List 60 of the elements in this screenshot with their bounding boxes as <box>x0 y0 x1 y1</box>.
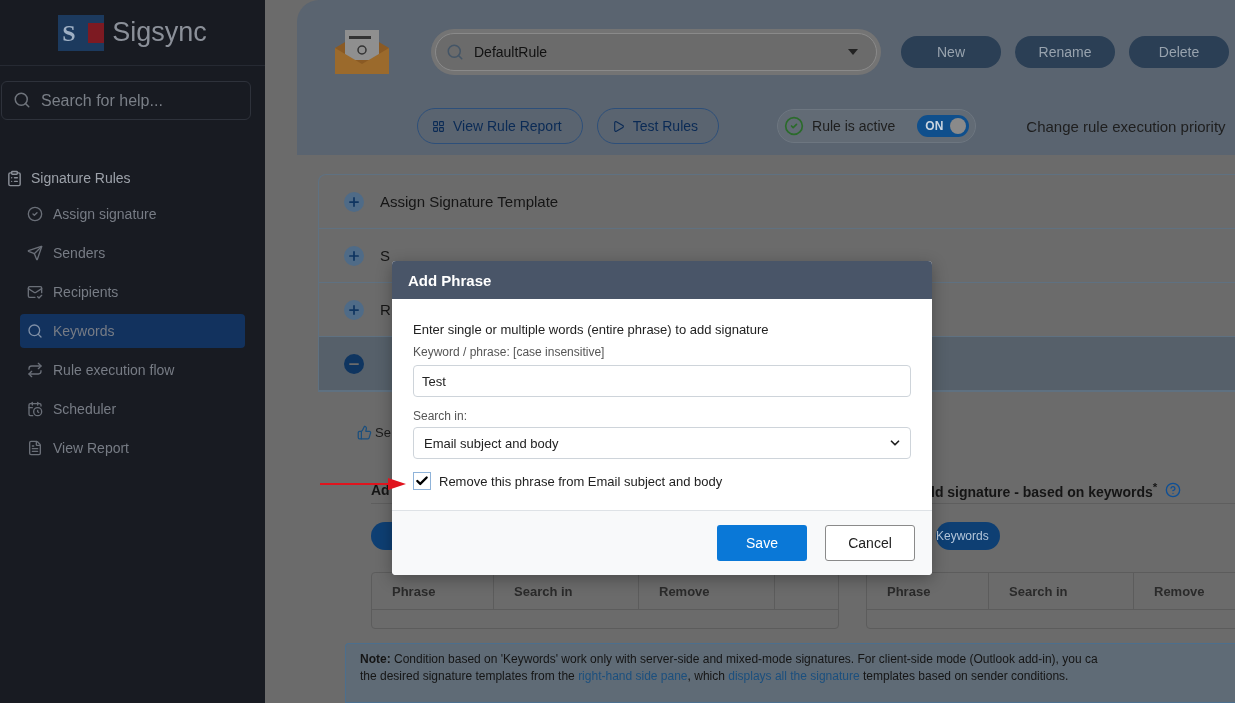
dialog-intro: Enter single or multiple words (entire phrase) to add signature <box>413 322 770 337</box>
sidebar-item-icon <box>27 440 43 456</box>
search-icon <box>446 43 464 61</box>
expand-icon <box>344 191 364 212</box>
sidebar-item[interactable]: Scheduler <box>20 392 245 426</box>
sidebar-item[interactable]: Keywords <box>20 314 245 348</box>
sidebar-item-icon <box>27 323 43 339</box>
rule-active-label: Rule is active <box>812 118 896 134</box>
sidebar-item[interactable]: Senders <box>20 236 245 270</box>
help-search-field[interactable]: Search for help... <box>1 81 251 120</box>
search-icon <box>13 91 31 109</box>
check-circle-icon <box>784 116 805 136</box>
checkbox-label: Remove this phrase from Email subject and body <box>439 473 723 489</box>
sidebar-item-icon <box>27 206 43 222</box>
column-header: Search in <box>989 573 1134 609</box>
sidebar-item-icon <box>27 245 43 261</box>
section-title: Signature Rules <box>31 170 131 186</box>
column-header: Remove <box>1153 582 1206 601</box>
remove-checkbox[interactable] <box>413 472 431 490</box>
rule-button[interactable]: Rename <box>1015 36 1115 68</box>
hint-text: Se <box>375 424 391 440</box>
accordion-title: R <box>380 301 391 318</box>
save-button[interactable]: Save <box>717 525 807 561</box>
logo-mark: S <box>58 14 105 51</box>
keyword-input[interactable]: Test <box>413 365 911 397</box>
play-icon <box>611 119 625 133</box>
sidebar-item[interactable]: Rule execution flow <box>20 353 245 387</box>
expand-icon <box>344 299 364 320</box>
rule-button[interactable]: Delete <box>1129 36 1229 68</box>
accordion-title: S <box>380 247 390 264</box>
field-label: Keyword / phrase: [case insensitive] <box>413 345 606 359</box>
field-label: Search in: <box>413 409 469 423</box>
caret-icon <box>848 49 858 55</box>
envelope-icon <box>333 28 391 76</box>
sidebar-item-icon <box>27 401 43 417</box>
sidebar-item[interactable]: Assign signature <box>20 197 245 231</box>
priority-label: Change rule execution priority <box>1026 117 1226 135</box>
expand-icon <box>344 245 364 266</box>
rule-button[interactable]: New <box>901 36 1001 68</box>
help-icon <box>1165 481 1182 498</box>
cancel-button[interactable]: Cancel <box>825 525 915 561</box>
grid-icon <box>432 119 445 133</box>
note-text: Note: Condition based on 'Keywords' work only with server-side and mixed-mode signatures. For client-side mode (Outlook add-in), you ca <box>360 651 1099 668</box>
rule-toggle[interactable]: ON <box>917 115 970 137</box>
thumbs-up-icon <box>357 424 372 440</box>
keywords-button[interactable]: Keywords <box>936 522 1000 550</box>
collapse-icon <box>344 353 364 374</box>
search-in-select[interactable]: Email subject and body <box>413 427 911 459</box>
note-text: the desired signature templates from the right-hand side pane, which displays all the signature templates based on sender conditions. <box>360 668 1070 685</box>
clipboard-icon <box>6 169 23 187</box>
logo-text: Sigsync <box>112 17 207 48</box>
sidebar-item-icon <box>27 362 43 378</box>
sidebar-item-icon <box>27 284 43 300</box>
accordion-title: Assign Signature Template <box>380 193 559 210</box>
accordion-header[interactable]: Assign Signature Template <box>319 175 1235 229</box>
sidebar-item[interactable]: Recipients <box>20 275 245 309</box>
rule-select[interactable]: DefaultRule <box>435 33 877 71</box>
section-heading: ld signature - based on keywords$^{*}$ <box>931 479 1158 500</box>
dialog-title: Add Phrase <box>392 261 932 299</box>
sidebar-item[interactable]: View Report <box>20 431 245 465</box>
